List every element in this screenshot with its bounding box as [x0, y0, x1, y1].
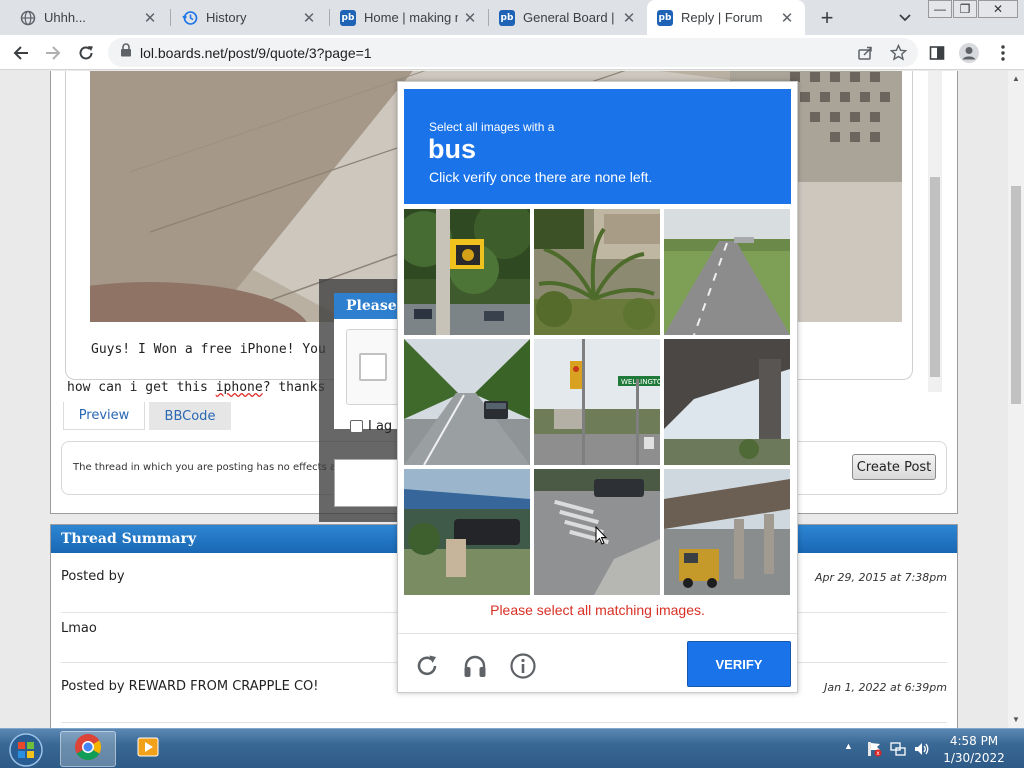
tab-preview[interactable]: Preview	[63, 402, 145, 430]
tab-title: Home | making m	[364, 10, 458, 25]
new-tab-button[interactable]: +	[815, 5, 839, 30]
tab-bbcode[interactable]: BBCode	[149, 402, 231, 430]
lock-icon	[120, 43, 132, 62]
reload-icon[interactable]	[73, 40, 99, 66]
captcha-instructions: Select all images with a bus Click verif…	[404, 89, 791, 204]
profile-avatar-icon[interactable]	[956, 40, 982, 66]
captcha-tile-5[interactable]: WELLINGTON	[534, 339, 660, 465]
show-hidden-icons-icon[interactable]: ▲	[844, 741, 860, 757]
reply-text: ? thanks	[262, 380, 326, 395]
browser-toolbar: lol.boards.net/post/9/quote/3?page=1	[0, 35, 1024, 70]
captcha-footer-divider	[398, 633, 797, 634]
reply-text: how can i get this	[67, 380, 216, 395]
captcha-tile-4[interactable]	[404, 339, 530, 465]
forward-arrow-icon[interactable]	[40, 40, 66, 66]
windows-taskbar: ▲ x 4:58 PM 1/30/2022	[0, 728, 1024, 768]
close-tab-icon[interactable]: ✕	[142, 10, 158, 27]
tab-history[interactable]: History ✕	[172, 0, 327, 35]
media-player-taskbar-button[interactable]	[120, 731, 176, 767]
editor-scrollbar[interactable]	[928, 71, 942, 392]
tab-separator	[170, 9, 171, 26]
svg-text:x: x	[876, 750, 880, 757]
captcha-instruction-line: Click verify once there are none left.	[429, 169, 653, 185]
tab-search-icon[interactable]	[896, 8, 914, 26]
summary-row-label: Posted by REWARD FROM CRAPPLE CO!	[61, 679, 319, 694]
recaptcha-checkbox[interactable]	[359, 353, 387, 381]
agree-label: I ag	[368, 419, 393, 434]
agree-checkbox-row[interactable]: I ag	[350, 419, 392, 434]
close-tab-icon[interactable]: ✕	[779, 10, 795, 27]
street-sign-text: WELLINGTON	[621, 378, 660, 386]
close-window-icon[interactable]: ✕	[978, 0, 1018, 18]
captcha-tile-6[interactable]	[664, 339, 790, 465]
volume-icon[interactable]	[914, 741, 930, 757]
minimize-icon[interactable]: —	[928, 0, 952, 18]
tab-uhhh[interactable]: Uhhh... ✕	[10, 0, 168, 35]
proboards-icon: pb	[499, 9, 515, 26]
captcha-tile-2[interactable]	[534, 209, 660, 335]
dialog-title: Please	[334, 293, 404, 319]
chrome-taskbar-button[interactable]	[60, 731, 116, 767]
captcha-tile-7[interactable]	[404, 469, 530, 595]
restore-icon[interactable]: ❐	[953, 0, 977, 18]
agree-checkbox[interactable]	[350, 420, 363, 433]
summary-row-label: Posted by	[61, 569, 125, 584]
history-icon	[182, 10, 198, 26]
media-player-icon	[135, 734, 161, 765]
share-icon[interactable]	[857, 45, 873, 66]
captcha-target-word: bus	[428, 134, 477, 164]
clock-date[interactable]: 1/30/2022	[934, 751, 1014, 765]
summary-row-date: Jan 1, 2022 at 6:39pm	[824, 681, 947, 694]
reply-textarea[interactable]: how can i get this iphone? thanks	[67, 380, 325, 395]
dialog-input-box[interactable]	[334, 459, 404, 507]
browser-tab-bar: Uhhh... ✕ History ✕ pb Home | making m ✕…	[0, 0, 1024, 35]
captcha-tile-9[interactable]	[664, 469, 790, 595]
summary-row-date: Apr 29, 2015 at 7:38pm	[815, 571, 947, 584]
mouse-pointer-icon	[595, 525, 608, 545]
url-text: lol.boards.net/post/9/quote/3?page=1	[140, 44, 372, 61]
chrome-icon	[73, 732, 103, 767]
tab-reply-forum[interactable]: pb Reply | Forum ✕	[647, 0, 805, 35]
address-bar[interactable]: lol.boards.net/post/9/quote/3?page=1	[108, 38, 918, 67]
tab-home-making[interactable]: pb Home | making m ✕	[330, 0, 488, 35]
side-panel-icon[interactable]	[924, 40, 950, 66]
star-icon[interactable]	[889, 43, 908, 66]
close-tab-icon[interactable]: ✕	[621, 10, 637, 27]
close-tab-icon[interactable]: ✕	[462, 10, 478, 27]
summary-row-label: Lmao	[61, 621, 97, 636]
verify-button[interactable]: VERIFY	[687, 641, 791, 687]
thread-notice-text: The thread in which you are posting has …	[73, 462, 352, 473]
scroll-down-arrow-icon[interactable]: ▼	[1008, 712, 1024, 726]
proboards-icon: pb	[657, 9, 673, 26]
tab-title: History	[206, 10, 247, 25]
proboards-icon: pb	[340, 9, 356, 26]
scrollbar-thumb[interactable]	[1011, 186, 1021, 404]
tab-title: Reply | Forum	[681, 10, 763, 25]
captcha-tile-1[interactable]	[404, 209, 530, 335]
captcha-error-message: Please select all matching images.	[490, 602, 705, 618]
close-tab-icon[interactable]: ✕	[301, 10, 317, 27]
captcha-tile-3[interactable]	[664, 209, 790, 335]
clock-time[interactable]: 4:58 PM	[934, 734, 1014, 748]
misspelled-word: iphone	[215, 380, 263, 395]
info-icon[interactable]	[509, 652, 537, 680]
tab-title: Uhhh...	[44, 10, 86, 25]
network-icon[interactable]	[890, 741, 906, 757]
more-menu-icon[interactable]	[990, 40, 1016, 66]
scroll-up-arrow-icon[interactable]: ▲	[1008, 71, 1024, 85]
page-scrollbar[interactable]: ▲ ▼	[1008, 71, 1024, 728]
dialog-body: I ag	[334, 319, 406, 434]
tab-title: General Board | F	[523, 10, 617, 25]
recaptcha-challenge: Select all images with a bus Click verif…	[397, 81, 798, 693]
back-arrow-icon[interactable]	[8, 40, 34, 66]
globe-icon	[20, 10, 36, 26]
tab-general-board[interactable]: pb General Board | F ✕	[489, 0, 647, 35]
captcha-instruction-line: Select all images with a	[429, 120, 555, 134]
action-center-icon[interactable]: x	[866, 741, 882, 757]
start-button[interactable]	[8, 732, 44, 768]
audio-challenge-icon[interactable]	[461, 652, 489, 680]
create-post-button[interactable]: Create Post	[852, 454, 936, 480]
reload-challenge-icon[interactable]	[414, 652, 442, 680]
